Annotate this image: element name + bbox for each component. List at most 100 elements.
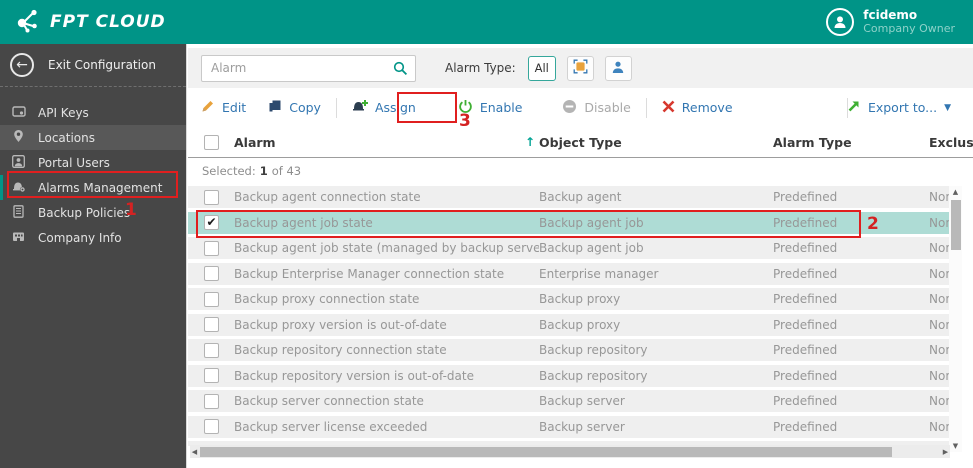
column-header-alarm-type[interactable]: Alarm Type [773,135,929,150]
company-info-icon [10,230,27,245]
cell-alarm-type: Predefined [773,190,838,204]
assign-button[interactable]: Assign [352,99,416,116]
horizontal-scroll-thumb[interactable] [200,446,892,457]
remove-button[interactable]: Remove [662,100,733,116]
row-checkbox[interactable] [204,266,219,281]
sort-ascending-icon: ↑ [524,135,535,149]
copy-icon [268,99,282,116]
select-all-checkbox[interactable] [204,134,219,150]
export-to-button[interactable]: Export to... ▼ [847,88,951,127]
row-checkbox[interactable] [204,291,219,307]
cell-alarm-name: Backup agent connection state [234,190,421,204]
cell-alarm-name: Backup proxy connection state [234,292,420,306]
exit-configuration-button[interactable]: ← Exit Configuration [0,44,186,87]
cell-alarm-name: Backup repository connection state [234,343,447,357]
cell-object-type: Enterprise manager [539,266,659,281]
main-content: Alarm Type: All Edit [188,44,973,468]
edit-button[interactable]: Edit [201,99,246,116]
backup-policies-icon [10,204,27,221]
toolbar-separator [335,97,337,118]
cell-alarm-type: Predefined [773,215,838,230]
enable-button[interactable]: Enable [458,99,522,117]
user-alarm-icon [611,59,625,78]
vertical-scrollbar[interactable]: ▲ ▼ [949,186,962,452]
vertical-scroll-thumb[interactable] [950,200,961,250]
sidebar-item-locations[interactable]: Locations [0,125,186,150]
table-row[interactable]: Backup repository version is out-of-date… [188,364,962,387]
cell-alarm-type: Predefined [773,266,838,281]
cell-object-type: Backup server [539,419,625,434]
row-checkbox[interactable] [204,342,219,358]
enable-power-icon [458,99,473,117]
sidebar-item-company-info[interactable]: Company Info [0,225,186,250]
cell-alarm-type: Predefined [773,317,838,332]
user-avatar-icon [826,8,855,36]
disable-button[interactable]: Disable [562,99,631,117]
horizontal-scrollbar[interactable]: ◀ ▶ [190,445,950,458]
column-header-exclusions[interactable]: Exclus.. [929,135,973,150]
exit-configuration-label: Exit Configuration [48,58,156,72]
column-header-object-type[interactable]: Object Type [539,135,773,150]
export-arrow-icon [847,99,861,116]
cell-object-type: Backup repository [539,368,648,383]
remove-x-icon [662,100,675,116]
location-pin-icon [10,129,27,146]
search-box [201,54,416,82]
row-checkbox[interactable] [204,240,219,256]
cell-alarm-type: Predefined [773,343,838,357]
action-toolbar: Edit Copy Assign Enable Disable Remove E… [188,88,973,127]
table-row[interactable]: Backup proxy connection state Backup pro… [188,288,962,310]
fpt-cloud-molecule-icon [14,7,41,38]
sidebar-item-backup-policies[interactable]: Backup Policies [0,200,186,225]
portal-users-icon [10,154,27,171]
alarm-type-label: Alarm Type: [445,61,516,75]
cell-alarm-name: Backup agent job state (managed by backu… [234,241,539,255]
table-header: Alarm ↑ Object Type Alarm Type Exclus.. [188,127,973,158]
scroll-right-arrow-icon[interactable]: ▶ [941,448,950,456]
api-keys-icon [10,105,27,121]
sidebar-item-api-keys[interactable]: API Keys [0,100,186,125]
cell-alarm-name: Backup repository version is out-of-date [234,368,474,383]
search-icon[interactable] [393,61,408,80]
row-checkbox[interactable] [204,419,219,434]
table-row[interactable]: Backup proxy version is out-of-date Back… [188,313,962,336]
app-window: FPT CLOUD fcidemo Company Owner ← Exit C… [0,0,973,468]
cell-alarm-type: Predefined [773,241,838,255]
scroll-down-arrow-icon[interactable]: ▼ [949,440,962,452]
disable-icon [562,99,577,117]
cell-object-type: Backup proxy [539,292,621,306]
cell-alarm-type: Predefined [773,368,838,383]
row-checkbox[interactable] [204,215,219,230]
selection-count: 1 [259,164,268,178]
alarm-type-all-button[interactable]: All [527,55,556,81]
table-row[interactable]: Backup Enterprise Manager connection sta… [188,262,962,285]
copy-button[interactable]: Copy [268,99,321,116]
sidebar-item-alarms-management[interactable]: Alarms Management [0,175,186,200]
chevron-down-icon: ▼ [944,102,951,113]
table-row[interactable]: Backup server license exceeded Backup se… [188,415,962,438]
row-checkbox[interactable] [204,189,219,205]
column-header-alarm[interactable]: Alarm ↑ [234,135,539,150]
row-checkbox[interactable] [204,317,219,332]
row-checkbox[interactable] [204,368,219,383]
table-row[interactable]: Backup agent job state (managed by backu… [188,237,962,259]
cell-alarm-name: Backup proxy version is out-of-date [234,317,447,332]
row-checkbox[interactable] [204,393,219,409]
scroll-left-arrow-icon[interactable]: ◀ [190,448,199,456]
cell-object-type: Backup repository [539,343,648,357]
brand-title: FPT CLOUD [50,12,166,32]
predefined-alarms-filter-button[interactable] [566,55,594,81]
user-menu[interactable]: fcidemo Company Owner [826,8,955,36]
sidebar-nav: API Keys Locations Portal Users Alarms M… [0,100,186,250]
toolbar-separator [645,97,647,118]
top-header: FPT CLOUD fcidemo Company Owner [0,0,973,44]
table-row[interactable]: Backup repository connection state Backu… [188,339,962,361]
user-alarms-filter-button[interactable] [604,55,632,81]
table-row[interactable]: Backup agent job state Backup agent job … [188,211,962,234]
sidebar-item-portal-users[interactable]: Portal Users [0,150,186,175]
search-input[interactable] [202,55,415,81]
scroll-up-arrow-icon[interactable]: ▲ [949,186,962,198]
table-row[interactable]: Backup server connection state Backup se… [188,390,962,412]
table-row[interactable]: Backup agent connection state Backup age… [188,186,962,208]
cell-object-type: Backup agent job [539,215,644,230]
